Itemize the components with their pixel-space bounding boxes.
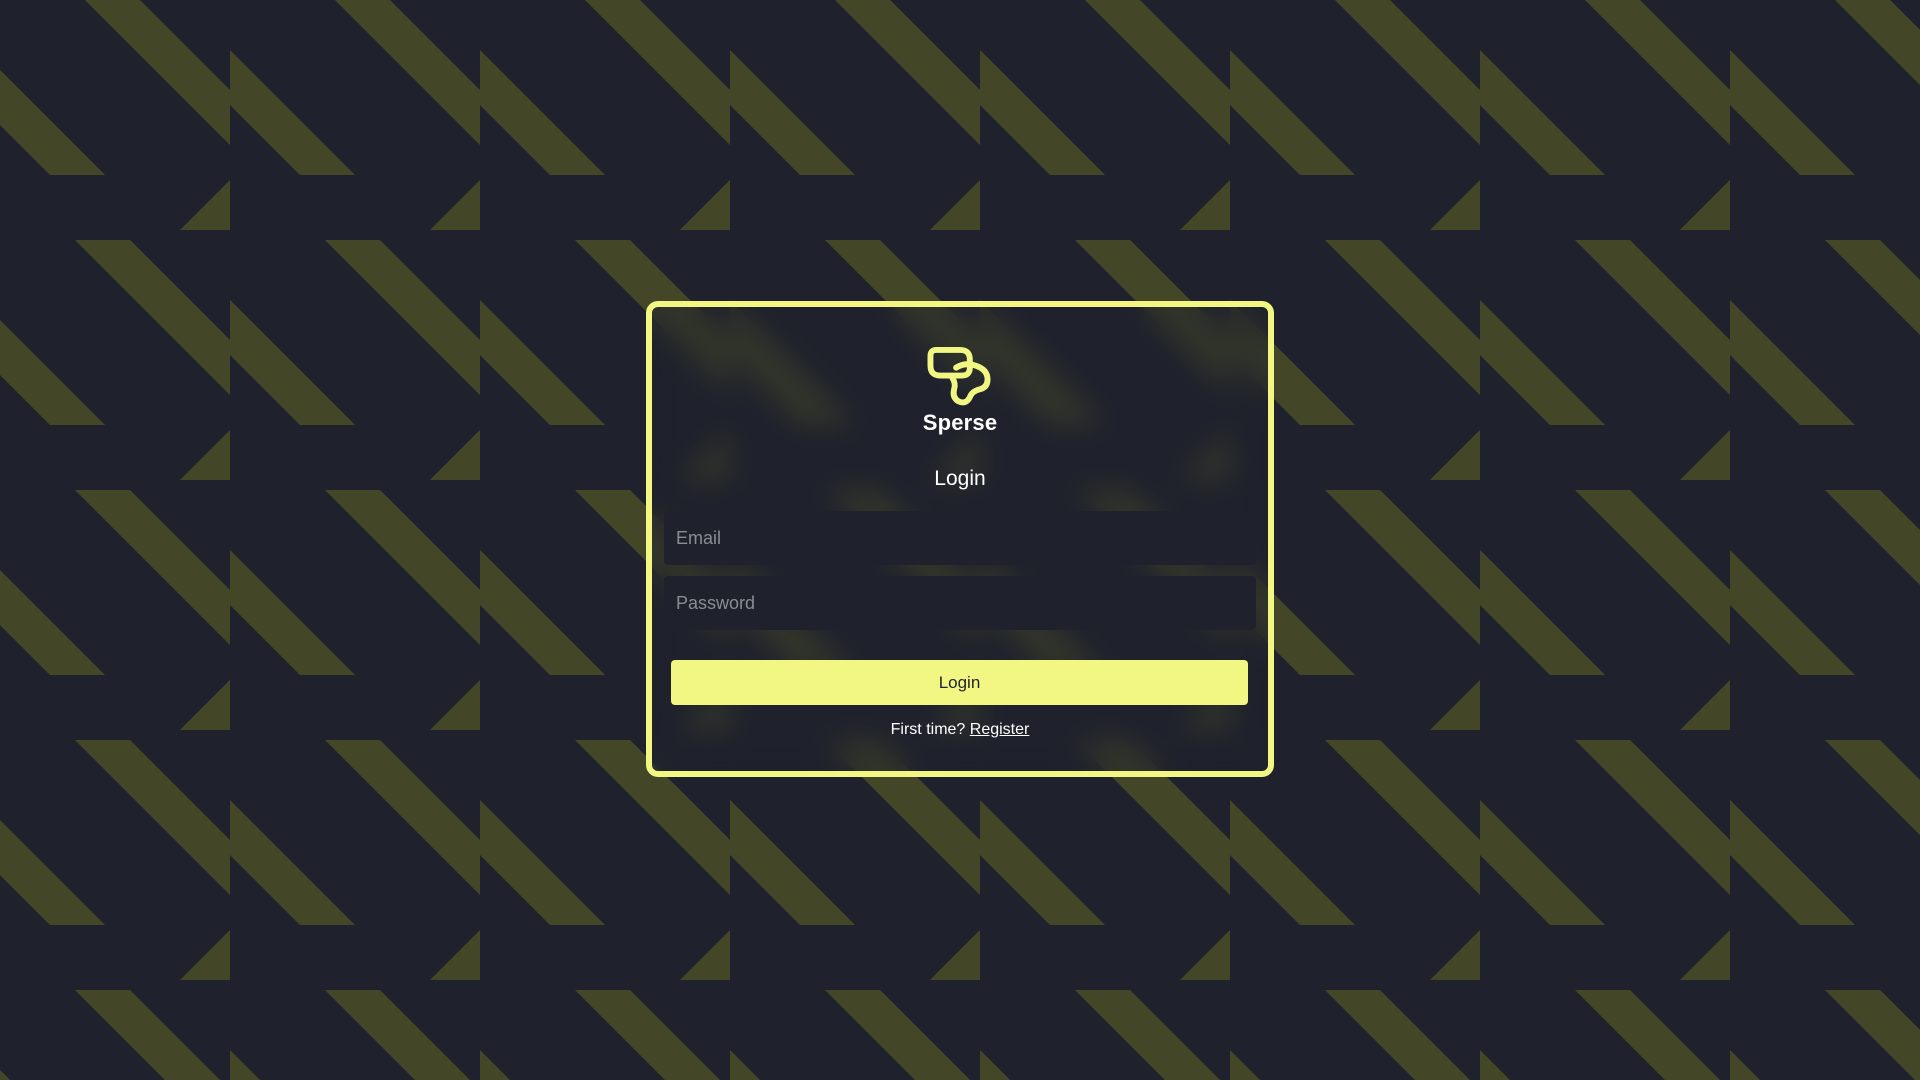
sperse-logo-icon [927,346,991,406]
register-prompt-line: First time? Register [652,721,1268,739]
brand-logo: Sperse [652,346,1268,436]
login-button[interactable]: Login [671,660,1248,705]
register-prompt: First time? [890,721,966,738]
brand-name: Sperse [922,410,998,435]
register-link[interactable]: Register [970,721,1030,738]
password-field[interactable] [664,576,1256,630]
login-card: Sperse Login Login First time? Register [646,301,1274,777]
email-field[interactable] [664,511,1256,565]
login-title: Login [934,467,986,490]
